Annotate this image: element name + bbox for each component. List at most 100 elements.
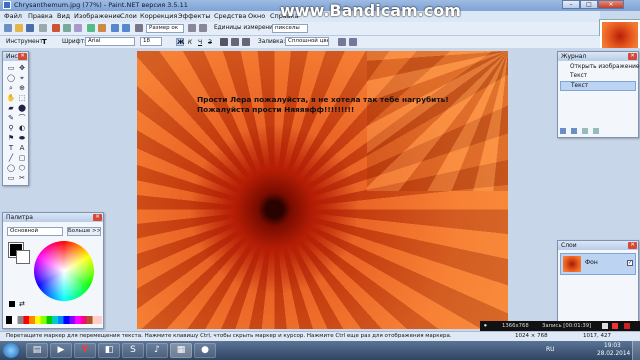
close-icon[interactable]: ✕ <box>93 214 102 221</box>
color-picker-tool-icon[interactable]: ◐ <box>17 123 27 133</box>
media-player-taskbar-icon[interactable]: ▶ <box>50 343 72 358</box>
clock-date[interactable]: 28.02.2014 <box>597 351 630 357</box>
history-item-selected[interactable]: Текст <box>560 81 636 91</box>
menu-adjustments[interactable]: Коррекция <box>140 12 177 20</box>
redo-icon[interactable] <box>582 128 588 134</box>
image-canvas[interactable]: Прости Лера пожалуйста, я не хотела так … <box>137 51 508 329</box>
move-selection-tool-icon[interactable]: ✥ <box>17 63 27 73</box>
secondary-color-swatch[interactable] <box>16 250 30 264</box>
recolor-tool-icon[interactable]: ⬬ <box>17 133 27 143</box>
bandicam-taskbar-icon[interactable]: ● <box>194 343 216 358</box>
history-item[interactable]: Текст <box>560 72 636 80</box>
redo-all-icon[interactable] <box>593 128 599 134</box>
lasso-tool-icon[interactable]: ◯ <box>6 73 16 83</box>
close-icon[interactable]: ✕ <box>628 53 637 60</box>
zoom-out-icon[interactable] <box>199 24 207 32</box>
cut-icon[interactable] <box>52 24 60 32</box>
rect-select-tool-icon[interactable]: ▭ <box>6 63 16 73</box>
more-button[interactable]: Больше >> <box>67 227 101 236</box>
magic-wand-tool-icon[interactable]: ⊕ <box>17 83 27 93</box>
zoom-in-icon[interactable] <box>188 24 196 32</box>
pan-tool-icon[interactable]: ✋ <box>6 93 16 103</box>
crop-icon[interactable] <box>87 24 95 32</box>
paint-bucket-tool-icon[interactable]: ▰ <box>6 103 16 113</box>
move-selected-tool-icon[interactable]: ⬚ <box>17 93 27 103</box>
align-right-icon[interactable] <box>242 38 250 46</box>
underline-button[interactable]: Ч <box>196 38 204 46</box>
grid-icon[interactable] <box>135 24 143 32</box>
history-item[interactable]: Открыть изображение <box>560 63 639 71</box>
zoom-select[interactable]: Размер ок <box>146 24 184 33</box>
clone-stamp-tool-icon[interactable]: ⚑ <box>6 133 16 143</box>
explorer-taskbar-icon[interactable]: ▤ <box>26 343 48 358</box>
ellipse-select-tool-icon[interactable]: ⌖ <box>17 73 27 83</box>
copy-icon[interactable] <box>63 24 71 32</box>
music-taskbar-icon[interactable]: ♪ <box>146 343 168 358</box>
font-select[interactable]: Arial <box>85 37 135 46</box>
save-icon[interactable] <box>26 24 34 32</box>
color-swatches[interactable] <box>6 316 102 324</box>
menu-effects[interactable]: Эффекты <box>178 12 211 20</box>
font-size-select[interactable]: 18 <box>140 37 162 46</box>
language-indicator[interactable]: RU <box>546 346 555 353</box>
skype-taskbar-icon[interactable]: S <box>122 343 144 358</box>
units-select[interactable]: пикселы <box>272 24 308 33</box>
antialias-icon[interactable] <box>338 38 346 46</box>
close-button[interactable]: ✕ <box>598 0 624 9</box>
maximize-button[interactable]: □ <box>580 0 598 9</box>
text-tool-icon[interactable]: T <box>6 143 16 153</box>
zoom-tool-icon[interactable]: ⌕ <box>6 83 16 93</box>
deselect-icon[interactable] <box>98 24 106 32</box>
fill-select[interactable]: Сплошной цвет <box>285 37 329 46</box>
menu-window[interactable]: Окно <box>248 12 265 20</box>
redo-icon[interactable] <box>122 24 130 32</box>
layer-visibility-checkbox[interactable]: ✓ <box>627 260 633 266</box>
menu-layers[interactable]: Слои <box>120 12 137 20</box>
align-left-icon[interactable] <box>220 38 228 46</box>
paintbrush-tool-icon[interactable]: ✎ <box>6 113 16 123</box>
image-thumbnail-tab[interactable] <box>600 20 640 50</box>
undo-all-icon[interactable] <box>560 128 566 134</box>
rectangle-tool-icon[interactable]: ▢ <box>17 153 27 163</box>
clock-time[interactable]: 19:03 <box>604 343 621 349</box>
swap-colors-icon[interactable]: ⇄ <box>19 300 25 308</box>
print-icon[interactable] <box>39 24 47 32</box>
close-icon[interactable]: ✕ <box>628 242 637 249</box>
menu-tools[interactable]: Средства <box>214 12 246 20</box>
close-icon[interactable]: ✕ <box>18 53 27 60</box>
undo-icon[interactable] <box>111 24 119 32</box>
yandex-browser-taskbar-icon[interactable]: Y <box>74 343 96 358</box>
shapes-tool-icon[interactable]: ╱ <box>6 153 16 163</box>
paste-icon[interactable] <box>74 24 82 32</box>
pencil-tool-icon[interactable]: ⚲ <box>6 123 16 133</box>
ellipse-tool-icon[interactable]: ◯ <box>6 163 16 173</box>
strikethrough-button[interactable]: З <box>206 38 214 46</box>
menu-edit[interactable]: Правка <box>28 12 53 20</box>
show-desktop-button[interactable] <box>632 341 640 360</box>
freeform-tool-icon[interactable]: ⬡ <box>17 163 27 173</box>
folder-taskbar-icon[interactable]: ◧ <box>98 343 120 358</box>
rounded-rect-tool-icon[interactable]: ▭ <box>6 173 16 183</box>
paint-net-taskbar-icon[interactable]: ▦ <box>170 343 192 358</box>
align-center-icon[interactable] <box>231 38 239 46</box>
bold-button[interactable]: Ж <box>176 38 184 46</box>
canvas-text-block[interactable]: Прости Лера пожалуйста, я не хотела так … <box>197 95 507 114</box>
gradient-tool-icon[interactable]: ⬤ <box>17 103 27 113</box>
minimize-button[interactable]: – <box>562 0 580 9</box>
italic-button[interactable]: К <box>186 38 194 46</box>
line-tool-icon[interactable]: A <box>17 143 27 153</box>
text-tool-icon[interactable]: T <box>42 38 50 46</box>
menu-view[interactable]: Вид <box>57 12 70 20</box>
cut-tool-icon[interactable]: ✂ <box>17 173 27 183</box>
stop-record-icon[interactable] <box>612 323 618 329</box>
reset-colors-icon[interactable] <box>9 301 15 307</box>
menu-image[interactable]: Изображение <box>74 12 121 20</box>
open-folder-icon[interactable] <box>15 24 23 32</box>
blend-mode-icon[interactable] <box>349 38 357 46</box>
close-recorder-icon[interactable] <box>624 323 630 329</box>
menu-file[interactable]: Файл <box>4 12 22 20</box>
start-button[interactable] <box>3 343 19 358</box>
undo-icon[interactable] <box>571 128 577 134</box>
layer-row[interactable]: Фон ✓ <box>560 253 636 275</box>
color-wheel[interactable] <box>34 241 94 301</box>
